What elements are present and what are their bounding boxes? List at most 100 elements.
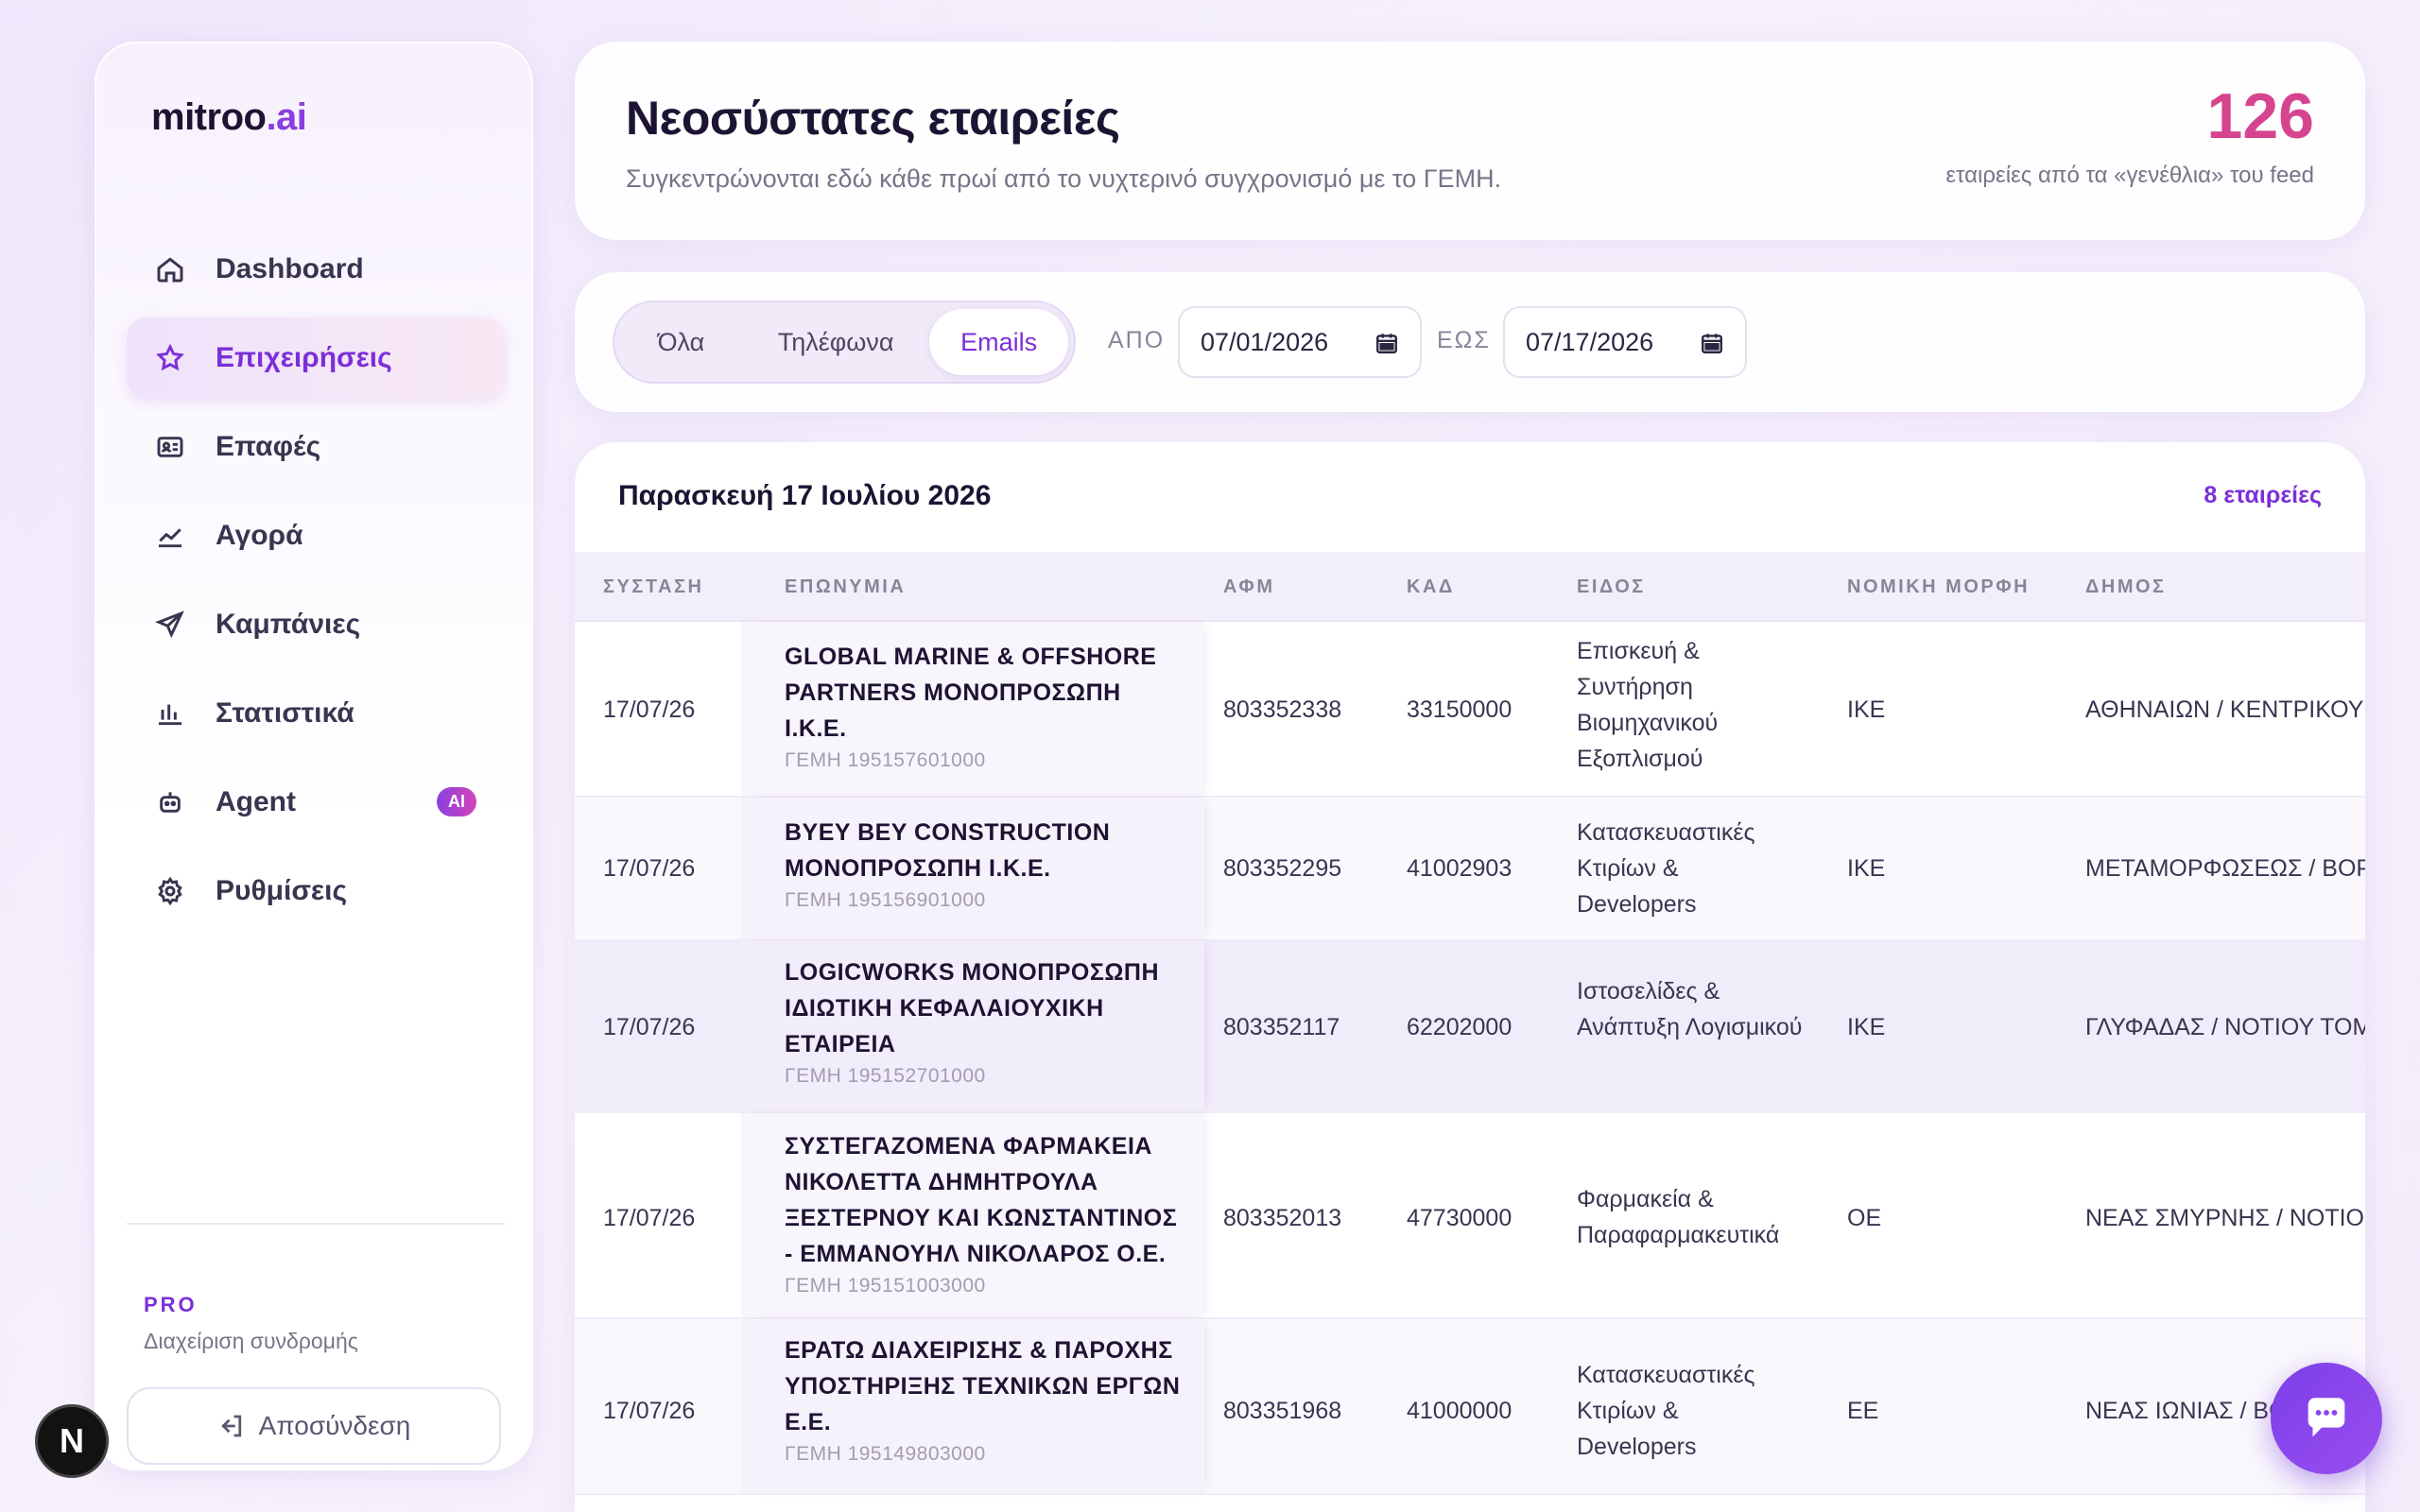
cell-type: Επισκευή & Συντήρηση Βιομηχανικού Εξοπλι… — [1577, 638, 1719, 772]
companies-count: 126 — [2206, 80, 2314, 152]
logout-button[interactable]: Αποσύνδεση — [127, 1387, 501, 1465]
cell-type: Κατασκευαστικές Κτιρίων & Developers — [1577, 1362, 1755, 1460]
chat-button[interactable] — [2271, 1363, 2382, 1474]
day-title: Παρασκευή 17 Ιουλίου 2026 — [618, 480, 992, 511]
cell-type: Ιστοσελίδες & Ανάπτυξη Λογισμικού — [1577, 978, 1803, 1040]
column-header-type[interactable]: ΕΙΔΟΣ — [1577, 576, 1646, 598]
cell-legal-form: ΟΕ — [1847, 1205, 1882, 1231]
companies-table-card: Παρασκευή 17 Ιουλίου 2026 8 εταιρείες ΣΥ… — [575, 442, 2365, 1512]
calendar-icon[interactable] — [1700, 331, 1724, 355]
segment-all[interactable]: Όλα — [620, 309, 742, 375]
home-icon — [153, 252, 187, 286]
ai-badge: AI — [437, 787, 476, 816]
contact-filter-segmented: Όλα Τηλέφωνα Emails — [613, 301, 1076, 384]
cell-municipality: ΝΕΑΣ ΣΜΥΡΝΗΣ / ΝΟΤΙΟ — [2085, 1205, 2364, 1231]
logout-label: Αποσύνδεση — [258, 1411, 411, 1440]
brand-logo[interactable]: mitroo.ai — [151, 96, 307, 139]
cell-company-name[interactable]: GLOBAL MARINE & OFFSHORE PARTNERS ΜΟΝΟΠΡ… — [785, 639, 1182, 775]
cell-date: 17/07/26 — [603, 1398, 696, 1424]
from-date-label: ΑΠΟ — [1108, 327, 1166, 353]
logout-icon — [220, 1415, 241, 1437]
sidebar-item-agent[interactable]: Agent AI — [127, 762, 505, 843]
cell-date: 17/07/26 — [603, 696, 696, 723]
sidebar-item-statistics[interactable]: Στατιστικά — [127, 673, 505, 754]
column-header-kad[interactable]: ΚΑΔ — [1407, 576, 1455, 598]
contact-card-icon — [153, 430, 187, 464]
cell-company-name[interactable]: LOGICWORKS ΜΟΝΟΠΡΟΣΩΠΗ ΙΔΙΩΤΙΚΗ ΚΕΦΑΛΑΙΟ… — [785, 954, 1182, 1091]
column-header-legal-form[interactable]: ΝΟΜΙΚΗ ΜΟΡΦΗ — [1847, 576, 2030, 598]
cell-type: Φαρμακεία & Παραφαρμακευτικά — [1577, 1186, 1780, 1248]
sidebar-item-campaigns[interactable]: Καμπάνιες — [127, 584, 505, 665]
chat-bubble-icon — [2308, 1398, 2345, 1437]
day-count: 8 εταιρείες — [2204, 482, 2322, 508]
to-date-label: ΕΩΣ — [1437, 327, 1491, 353]
bar-chart-icon — [153, 696, 187, 730]
plan-badge: PRO — [144, 1293, 198, 1316]
manage-subscription-link[interactable]: Διαχείριση συνδρομής — [144, 1329, 358, 1354]
company-name: ΕΡΑΤΩ ΔΙΑΧΕΙΡΙΣΗΣ & ΠΑΡΟΧΗΣ ΥΠΟΣΤΗΡΙΞΗΣ … — [785, 1337, 1181, 1435]
cell-afm: 803352117 — [1223, 1014, 1340, 1040]
sidebar-item-label: Στατιστικά — [216, 697, 354, 729]
cell-company-name[interactable]: ΕΡΑΤΩ ΔΙΑΧΕΙΡΙΣΗΣ & ΠΑΡΟΧΗΣ ΥΠΟΣΤΗΡΙΞΗΣ … — [785, 1332, 1182, 1469]
gear-icon — [153, 874, 187, 908]
sidebar-item-label: Επιχειρήσεις — [216, 342, 392, 373]
sidebar-nav: Dashboard Επιχειρήσεις Επαφές Αγορά Καμπ… — [127, 229, 505, 939]
gemh-number: ΓΕΜΗ 195156901000 — [785, 889, 986, 911]
company-name: LOGICWORKS ΜΟΝΟΠΡΟΣΩΠΗ ΙΔΙΩΤΙΚΗ ΚΕΦΑΛΑΙΟ… — [785, 959, 1160, 1057]
send-icon — [153, 608, 187, 642]
cell-municipality: ΓΛΥΦΑΔΑΣ / ΝΟΤΙΟΥ ΤΟΜ — [2085, 1014, 2365, 1040]
sidebar: mitroo.ai Dashboard Επιχειρήσεις Επαφές … — [95, 42, 533, 1470]
header-card: Νεοσύστατες εταιρείες Συγκεντρώνονται εδ… — [575, 42, 2365, 240]
column-header-municipality[interactable]: ΔΗΜΟΣ — [2085, 576, 2167, 598]
from-date-input[interactable]: 07/01/2026 — [1178, 306, 1422, 378]
gemh-number: ΓΕΜΗ 195149803000 — [785, 1443, 986, 1465]
table-row[interactable]: 17/07/26 GLOBAL MARINE & OFFSHORE PARTNE… — [575, 622, 2365, 798]
star-icon — [153, 341, 187, 375]
sidebar-item-settings[interactable]: Ρυθμίσεις — [127, 850, 505, 932]
table-row[interactable]: 17/07/26 ΕΡΑΤΩ ΔΙΑΧΕΙΡΙΣΗΣ & ΠΑΡΟΧΗΣ ΥΠΟ… — [575, 1319, 2365, 1495]
column-header-name[interactable]: ΕΠΩΝΥΜΙΑ — [785, 576, 906, 598]
cell-company-name[interactable]: ΣΥΣΤΕΓΑΖΟΜΕΝΑ ΦΑΡΜΑΚΕΙΑ ΝΙΚΟΛΕΤΤΑ ΔΗΜΗΤΡ… — [785, 1128, 1182, 1300]
nextjs-dev-badge[interactable]: N — [35, 1404, 109, 1478]
cell-legal-form: ΙΚΕ — [1847, 855, 1886, 882]
cell-kad: 62202000 — [1407, 1014, 1512, 1040]
company-name: GLOBAL MARINE & OFFSHORE PARTNERS ΜΟΝΟΠΡ… — [785, 644, 1157, 742]
calendar-icon[interactable] — [1374, 331, 1399, 355]
table-row[interactable]: 17/07/26 LOGICWORKS ΜΟΝΟΠΡΟΣΩΠΗ ΙΔΙΩΤΙΚΗ… — [575, 941, 2365, 1113]
from-date-value: 07/01/2026 — [1201, 327, 1329, 356]
sidebar-item-businesses[interactable]: Επιχειρήσεις — [127, 318, 505, 399]
sidebar-item-label: Αγορά — [216, 520, 303, 551]
filter-card: Όλα Τηλέφωνα Emails ΑΠΟ 07/01/2026 ΕΩΣ 0… — [575, 272, 2365, 412]
cell-kad: 33150000 — [1407, 696, 1512, 723]
gemh-number: ΓΕΜΗ 195151003000 — [785, 1275, 986, 1297]
cell-municipality: ΑΘΗΝΑΙΩΝ / ΚΕΝΤΡΙΚΟΥ — [2085, 696, 2364, 723]
column-header-afm[interactable]: ΑΦΜ — [1223, 576, 1274, 598]
cell-date: 17/07/26 — [603, 1014, 696, 1040]
cell-afm: 803352338 — [1223, 696, 1342, 723]
cell-legal-form: ΙΚΕ — [1847, 696, 1886, 723]
cell-date: 17/07/26 — [603, 1205, 696, 1231]
page-subtitle: Συγκεντρώνονται εδώ κάθε πρωί από το νυχ… — [626, 164, 1502, 193]
sidebar-item-label: Ρυθμίσεις — [216, 875, 348, 906]
sidebar-item-contacts[interactable]: Επαφές — [127, 406, 505, 488]
robot-icon — [153, 785, 187, 819]
sidebar-item-label: Dashboard — [216, 253, 364, 284]
segment-emails[interactable]: Emails — [929, 309, 1068, 375]
segment-phones[interactable]: Τηλέφωνα — [742, 309, 929, 375]
sidebar-item-market[interactable]: Αγορά — [127, 495, 505, 576]
company-name: ΣΥΣΤΕΓΑΖΟΜΕΝΑ ΦΑΡΜΑΚΕΙΑ ΝΙΚΟΛΕΤΤΑ ΔΗΜΗΤΡ… — [785, 1133, 1178, 1267]
column-header-date[interactable]: ΣΥΣΤΑΣΗ — [603, 576, 703, 598]
sidebar-divider — [127, 1223, 505, 1225]
to-date-input[interactable]: 07/17/2026 — [1503, 306, 1747, 378]
cell-municipality: ΜΕΤΑΜΟΡΦΩΣΕΩΣ / ΒΟΡ — [2085, 855, 2365, 882]
table-row[interactable]: 17/07/26 BYEY BEY CONSTRUCTION ΜΟΝΟΠΡΟΣΩ… — [575, 798, 2365, 941]
sidebar-item-dashboard[interactable]: Dashboard — [127, 229, 505, 310]
cell-municipality: ΝΕΑΣ ΙΩΝΙΑΣ / ΒΟ — [2085, 1398, 2288, 1424]
table-row[interactable]: 17/07/26 ΣΥΣΤΕΓΑΖΟΜΕΝΑ ΦΑΡΜΑΚΕΙΑ ΝΙΚΟΛΕΤ… — [575, 1113, 2365, 1319]
cell-kad: 41002903 — [1407, 855, 1512, 882]
cell-kad: 47730000 — [1407, 1205, 1512, 1231]
sidebar-item-label: Καμπάνιες — [216, 609, 361, 640]
sidebar-item-label: Agent — [216, 786, 296, 817]
cell-company-name[interactable]: BYEY BEY CONSTRUCTION ΜΟΝΟΠΡΟΣΩΠΗ Ι.Κ.Ε.… — [785, 815, 1182, 915]
gemh-number: ΓΕΜΗ 195157601000 — [785, 749, 986, 771]
